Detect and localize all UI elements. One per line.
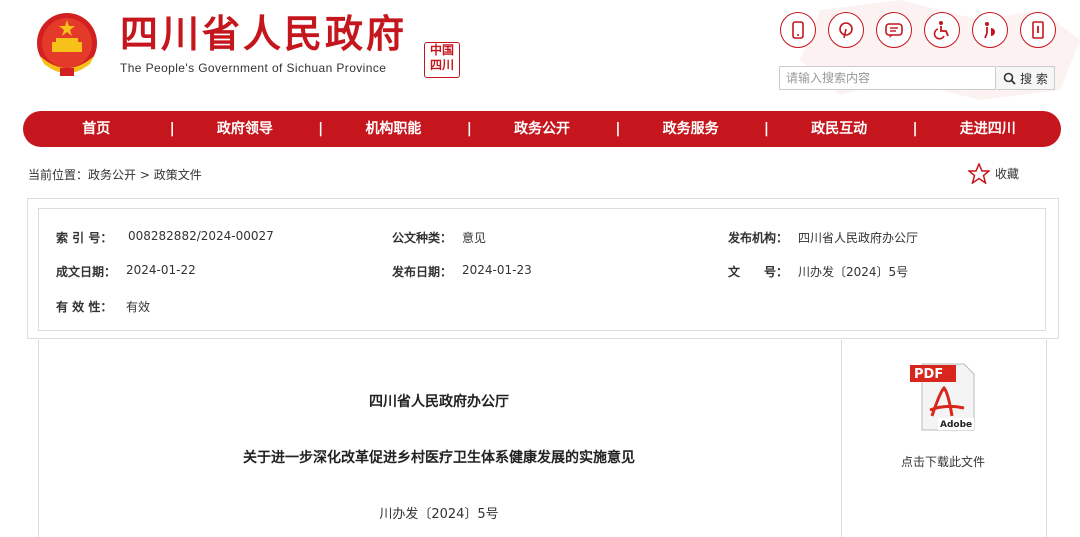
nav-about-sichuan[interactable]: 走进四川 bbox=[914, 111, 1061, 147]
meta-docno-label: 文 号： bbox=[728, 265, 789, 279]
meta-publisher: 发布机构： 四川省人民政府办公厅 bbox=[728, 229, 918, 246]
meta-publisher-value: 四川省人民政府办公厅 bbox=[798, 231, 919, 245]
nav-services[interactable]: 政务服务 bbox=[617, 111, 764, 147]
meta-index: 索 引 号： 008282882/2024-00027 bbox=[56, 229, 274, 246]
meta-validity-label: 有 效 性： bbox=[56, 300, 113, 314]
doc-title: 关于进一步深化改革促进乡村医疗卫生体系健康发展的实施意见 bbox=[243, 450, 635, 466]
header-icon-bar bbox=[780, 12, 1056, 48]
exit-icon[interactable] bbox=[1020, 12, 1056, 48]
search-button-label: 搜 索 bbox=[1020, 71, 1048, 86]
wechat-icon[interactable] bbox=[876, 12, 912, 48]
meta-category-value: 意见 bbox=[462, 231, 487, 245]
nav-leaders[interactable]: 政府领导 bbox=[172, 111, 319, 147]
breadcrumb-prefix: 当前位置： bbox=[28, 168, 89, 182]
breadcrumb-separator: > bbox=[136, 168, 154, 182]
meta-created-label: 成文日期： bbox=[56, 265, 117, 279]
meta-created: 成文日期： 2024-01-22 bbox=[56, 263, 196, 280]
nav-public-affairs[interactable]: 政务公开 bbox=[469, 111, 616, 147]
nav-home[interactable]: 首页 bbox=[23, 111, 170, 147]
national-emblem-icon[interactable] bbox=[32, 10, 102, 80]
doc-number: 川办发〔2024〕5号 bbox=[379, 507, 499, 522]
meta-published: 发布日期： 2024-01-23 bbox=[392, 263, 532, 280]
search-input[interactable]: 请输入搜索内容 bbox=[779, 66, 996, 90]
nav-interaction[interactable]: 政民互动 bbox=[766, 111, 913, 147]
doc-issuer: 四川省人民政府办公厅 bbox=[369, 394, 509, 410]
main-nav: 首页 | 政府领导 | 机构职能 | 政务公开 | 政务服务 | 政民互动 | … bbox=[23, 111, 1061, 147]
elder-care-icon[interactable] bbox=[972, 12, 1008, 48]
meta-docno: 文 号： 川办发〔2024〕5号 bbox=[728, 263, 908, 280]
star-icon bbox=[968, 163, 990, 184]
adobe-text: Adobe bbox=[940, 420, 972, 430]
meta-published-value: 2024-01-23 bbox=[462, 263, 532, 277]
meta-index-label: 索 引 号： bbox=[56, 231, 113, 245]
sidebar-divider bbox=[1046, 340, 1047, 537]
meta-validity-value: 有效 bbox=[126, 300, 151, 314]
search-button[interactable]: 搜 索 bbox=[997, 66, 1055, 90]
meta-created-value: 2024-01-22 bbox=[126, 263, 196, 277]
favorite-label: 收藏 bbox=[995, 167, 1020, 181]
breadcrumb-link-public-affairs[interactable]: 政务公开 bbox=[88, 168, 136, 182]
meta-index-value: 008282882/2024-00027 bbox=[128, 229, 274, 243]
meta-publisher-label: 发布机构： bbox=[728, 231, 789, 245]
meta-category-label: 公文种类： bbox=[392, 231, 453, 245]
pdf-badge-text: PDF bbox=[914, 367, 943, 382]
meta-category: 公文种类： 意见 bbox=[392, 229, 486, 246]
download-link[interactable]: 点击下载此文件 bbox=[878, 453, 1008, 470]
meta-validity: 有 效 性： 有效 bbox=[56, 298, 150, 315]
breadcrumb-link-policy[interactable]: 政策文件 bbox=[154, 168, 202, 182]
nav-functions[interactable]: 机构职能 bbox=[320, 111, 467, 147]
accessibility-icon[interactable] bbox=[924, 12, 960, 48]
meta-published-label: 发布日期： bbox=[392, 265, 453, 279]
favorite-button[interactable]: 收藏 bbox=[968, 163, 1019, 184]
pdf-download-icon[interactable]: PDF Adobe bbox=[908, 362, 978, 432]
mobile-icon[interactable] bbox=[780, 12, 816, 48]
site-subtitle: The People's Government of Sichuan Provi… bbox=[120, 61, 387, 75]
breadcrumb: 当前位置：政务公开 > 政策文件 bbox=[28, 166, 202, 183]
site-title[interactable]: 四川省人民政府 bbox=[120, 12, 407, 56]
sichuan-seal-logo: 中国 四川 bbox=[424, 42, 460, 78]
weibo-icon[interactable] bbox=[828, 12, 864, 48]
search-icon bbox=[1003, 72, 1016, 85]
meta-docno-value: 川办发〔2024〕5号 bbox=[798, 265, 909, 279]
